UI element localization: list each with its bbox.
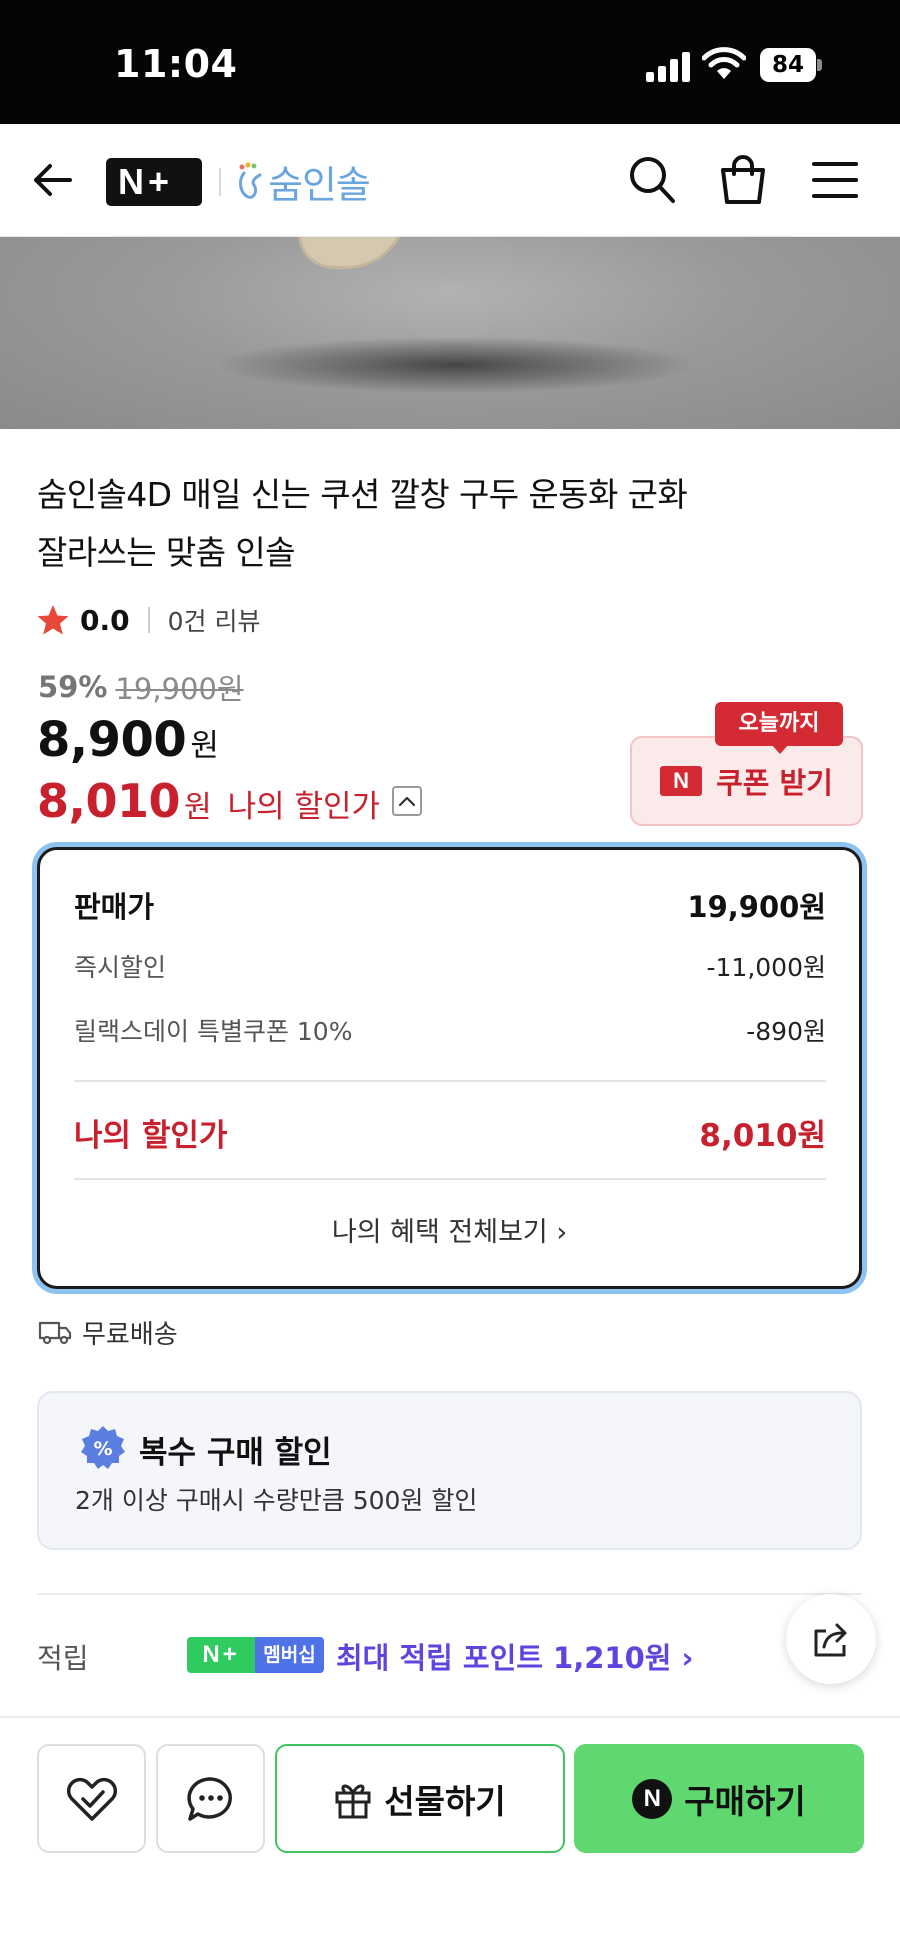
shopping-bag-icon[interactable]: [718, 152, 768, 206]
coupon-download-button[interactable]: N 쿠폰 받기: [630, 736, 863, 826]
sale-price: 8,900 원: [37, 712, 219, 768]
sale-price-value: 8,900: [37, 712, 187, 768]
naver-plus-logo[interactable]: N+: [106, 158, 202, 206]
nplus-membership-badge: N+ 멤버십: [187, 1637, 324, 1673]
battery-icon: 84: [760, 48, 822, 82]
battery-level: 84: [760, 48, 816, 82]
percent-badge-icon: %: [81, 1426, 125, 1469]
top-navigation-bar: N+ 숨인솔: [0, 124, 900, 237]
coupon-button-label: 쿠폰 받기: [716, 766, 833, 800]
naver-pay-n-icon: N: [632, 1778, 673, 1819]
share-icon: [814, 1623, 847, 1657]
product-image[interactable]: [0, 237, 900, 429]
truck-icon: [38, 1321, 72, 1345]
footprint-icon: [239, 162, 262, 199]
view-all-benefits-link[interactable]: 나의 혜택 전체보기 ›: [40, 1210, 859, 1249]
product-title-line-1: 숨인솔4D 매일 신는 쿠션 깔창 구두 운동화 군화: [37, 475, 688, 514]
insole-image: [298, 237, 408, 269]
price-row-instant-discount: 즉시할인 -11,000원: [74, 948, 826, 984]
max-points-link[interactable]: 최대 적립 포인트 1,210원 ›: [336, 1635, 694, 1677]
rating-row[interactable]: 0.0 0건 리뷰: [36, 598, 260, 642]
brand-logo[interactable]: 숨인솔: [236, 156, 371, 207]
bulk-discount-card: % 복수 구매 할인 2개 이상 구매시 수량만큼 500원 할인: [37, 1391, 862, 1550]
star-icon: [37, 605, 69, 635]
my-price-label: 나의 할인가: [227, 789, 381, 825]
free-shipping-label: 무료배송: [82, 1319, 178, 1350]
status-time: 11:04: [114, 42, 238, 86]
naver-n-icon: N: [660, 766, 703, 796]
product-title-line-2: 잘라쓰는 맞춤 인솔: [37, 533, 295, 572]
price-detail-panel: 판매가 19,900원 즉시할인 -11,000원 릴랙스데이 특별쿠폰 10%…: [37, 847, 862, 1289]
wishlist-button[interactable]: [37, 1744, 146, 1853]
row-label: 나의 할인가: [74, 1118, 228, 1154]
row-value: -890원: [746, 1017, 826, 1046]
row-label: 즉시할인: [74, 953, 167, 982]
talk-talk-button[interactable]: [156, 1744, 265, 1853]
discount-rate: 59%: [38, 670, 108, 704]
share-button[interactable]: [786, 1594, 876, 1684]
product-title: 숨인솔4D 매일 신는 쿠션 깔창 구두 운동화 군화 잘라쓰는 맞춤 인솔: [37, 466, 857, 582]
points-row[interactable]: 적립 N+ 멤버십 최대 적립 포인트 1,210원 ›: [37, 1633, 737, 1677]
price-row-sale-price: 판매가 19,900원: [74, 884, 826, 926]
back-arrow-icon[interactable]: [30, 158, 74, 202]
membership-badge-logo: N+: [187, 1637, 255, 1673]
shipping-info: 무료배송: [38, 1312, 178, 1352]
gift-button[interactable]: 선물하기: [275, 1744, 565, 1853]
collapse-price-detail-button[interactable]: [392, 786, 423, 816]
buy-now-button[interactable]: N 구매하기: [574, 1744, 864, 1853]
my-discount-price: 8,010 원 나의 할인가: [37, 774, 423, 828]
row-label: 릴랙스데이 특별쿠폰 10%: [74, 1017, 353, 1046]
review-count-link[interactable]: 0건 리뷰: [168, 602, 261, 638]
row-value: 19,900원: [687, 890, 826, 924]
bottom-action-bar: 선물하기 N 구매하기: [0, 1716, 900, 1951]
brand-name: 숨인솔: [268, 162, 371, 207]
panel-divider: [74, 1178, 826, 1180]
wifi-icon: [702, 47, 746, 79]
svg-text:%: %: [93, 1438, 112, 1460]
row-value: 8,010원: [699, 1118, 826, 1154]
gift-button-label: 선물하기: [384, 1781, 506, 1821]
sale-price-unit: 원: [190, 728, 219, 764]
heart-check-icon: [66, 1777, 117, 1821]
buy-button-label: 구매하기: [684, 1781, 806, 1821]
search-icon[interactable]: [627, 154, 677, 206]
points-label: 적립: [37, 1642, 89, 1675]
membership-badge-text: 멤버십: [255, 1637, 324, 1673]
section-divider: [37, 1593, 862, 1595]
price-row-special-coupon: 릴랙스데이 특별쿠폰 10% -890원: [74, 1012, 826, 1048]
my-price-value: 8,010: [37, 774, 181, 828]
menu-icon[interactable]: [812, 162, 858, 198]
gift-icon: [335, 1784, 371, 1818]
status-bar: 11:04 84: [0, 0, 900, 124]
price-row-my-discount: 나의 할인가 8,010원: [74, 1110, 826, 1155]
until-today-badge: 오늘까지: [715, 702, 843, 746]
discount-row: 59% 19,900원: [38, 666, 244, 708]
panel-divider: [74, 1080, 826, 1082]
bulk-discount-description: 2개 이상 구매시 수량만큼 500원 할인: [75, 1486, 478, 1515]
cellular-signal-icon: [646, 52, 690, 82]
bulk-discount-title: 복수 구매 할인: [139, 1435, 332, 1471]
row-value: -11,000원: [706, 953, 827, 982]
my-price-unit: 원: [184, 790, 212, 825]
rating-value: 0.0: [80, 603, 130, 637]
original-price: 19,900원: [115, 672, 244, 706]
logo-divider: [219, 168, 221, 196]
row-label: 판매가: [74, 890, 155, 924]
chevron-up-icon: [398, 796, 416, 807]
chat-bubble-icon: [186, 1776, 232, 1821]
